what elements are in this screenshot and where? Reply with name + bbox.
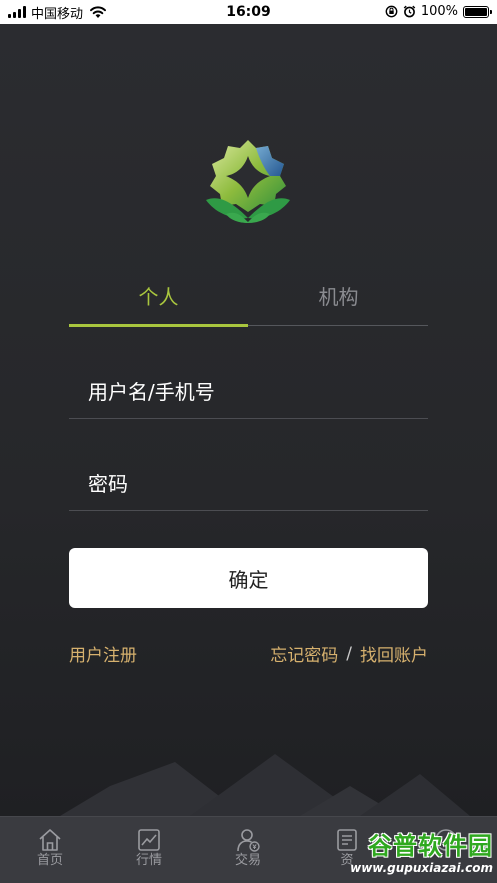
password-underline (69, 510, 428, 511)
status-bar: 中国移动 16:09 100% (0, 0, 497, 24)
trade-user-icon (237, 829, 260, 852)
username-underline (69, 418, 428, 419)
register-link[interactable]: 用户注册 (69, 641, 137, 666)
recover-account-link[interactable]: 找回账户 (360, 641, 428, 666)
battery-percent: 100% (420, 4, 458, 19)
orientation-lock-icon (385, 5, 398, 18)
nav-home-label: 首页 (36, 853, 63, 868)
nav-market[interactable]: 行情 (119, 827, 179, 877)
username-input[interactable] (69, 366, 428, 418)
alarm-icon (403, 5, 416, 18)
nav-market-label: 行情 (135, 853, 162, 868)
confirm-button[interactable]: 确定 (69, 548, 428, 608)
login-screen: 个人 机构 确定 用户注册 忘记密码 / 找回账户 (0, 24, 497, 816)
watermark: 谷普软件园 www.gupuxiazai.com (333, 832, 493, 882)
forgot-password-link[interactable]: 忘记密码 (270, 641, 338, 666)
app-logo (206, 140, 290, 223)
chart-icon (138, 829, 160, 851)
tab-personal[interactable]: 个人 (69, 274, 248, 324)
account-type-tabs: 个人 机构 (69, 274, 428, 328)
password-input[interactable] (69, 458, 428, 510)
tab-institution[interactable]: 机构 (249, 274, 428, 324)
account-links: 用户注册 忘记密码 / 找回账户 (69, 641, 428, 667)
tab-active-indicator (69, 324, 248, 327)
watermark-url: www.gupuxiazai.com (350, 861, 493, 875)
home-icon (39, 829, 61, 851)
status-right: 100% (385, 4, 492, 19)
nav-trade[interactable]: 交易 (218, 827, 278, 877)
link-separator: / (346, 643, 352, 664)
recovery-links: 忘记密码 / 找回账户 (270, 641, 428, 667)
username-field (69, 366, 428, 422)
nav-trade-label: 交易 (234, 853, 261, 868)
watermark-title: 谷普软件园 (368, 832, 493, 860)
mountain-background (60, 754, 470, 816)
battery-icon (463, 5, 492, 18)
password-field (69, 458, 428, 514)
nav-home[interactable]: 首页 (20, 827, 80, 877)
